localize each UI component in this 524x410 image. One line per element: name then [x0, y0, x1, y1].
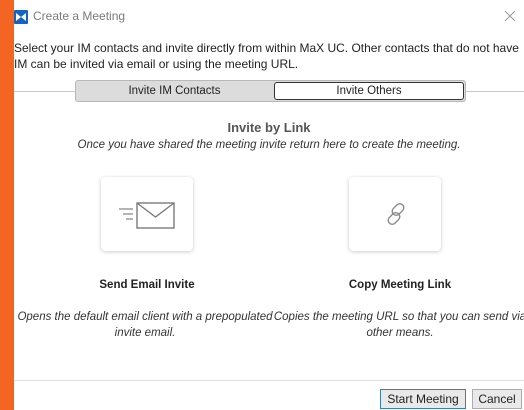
- send-email-invite-label: Send Email Invite: [99, 279, 195, 291]
- copy-meeting-link-button[interactable]: [349, 177, 441, 251]
- tab-invite-others[interactable]: Invite Others: [274, 82, 464, 100]
- copy-meeting-link-description: Copies the meeting URL so that you can s…: [273, 311, 524, 339]
- window-title: Create a Meeting: [33, 9, 126, 23]
- close-icon[interactable]: [502, 8, 518, 24]
- footer-divider: [14, 380, 524, 381]
- link-icon: [387, 203, 405, 225]
- app-logo-icon: [14, 10, 28, 24]
- invite-by-link-subtitle: Once you have shared the meeting invite …: [77, 139, 461, 151]
- invite-tabs: Invite IM Contacts Invite Others: [75, 80, 466, 102]
- invite-by-link-heading: Invite by Link: [227, 120, 311, 135]
- copy-meeting-link-label: Copy Meeting Link: [348, 279, 452, 291]
- email-envelope-icon: [119, 202, 175, 229]
- tab-invite-im-contacts[interactable]: Invite IM Contacts: [77, 82, 272, 100]
- title-bar: Create a Meeting: [14, 0, 524, 36]
- cancel-button[interactable]: Cancel: [472, 389, 522, 409]
- send-email-invite-button[interactable]: [101, 177, 193, 251]
- instructions-text: Select your IM contacts and invite direc…: [14, 41, 519, 71]
- create-meeting-dialog: Create a Meeting Select your IM contacts…: [14, 0, 524, 410]
- start-meeting-button[interactable]: Start Meeting: [380, 389, 466, 409]
- send-email-invite-description: Opens the default email client with a pr…: [17, 311, 273, 339]
